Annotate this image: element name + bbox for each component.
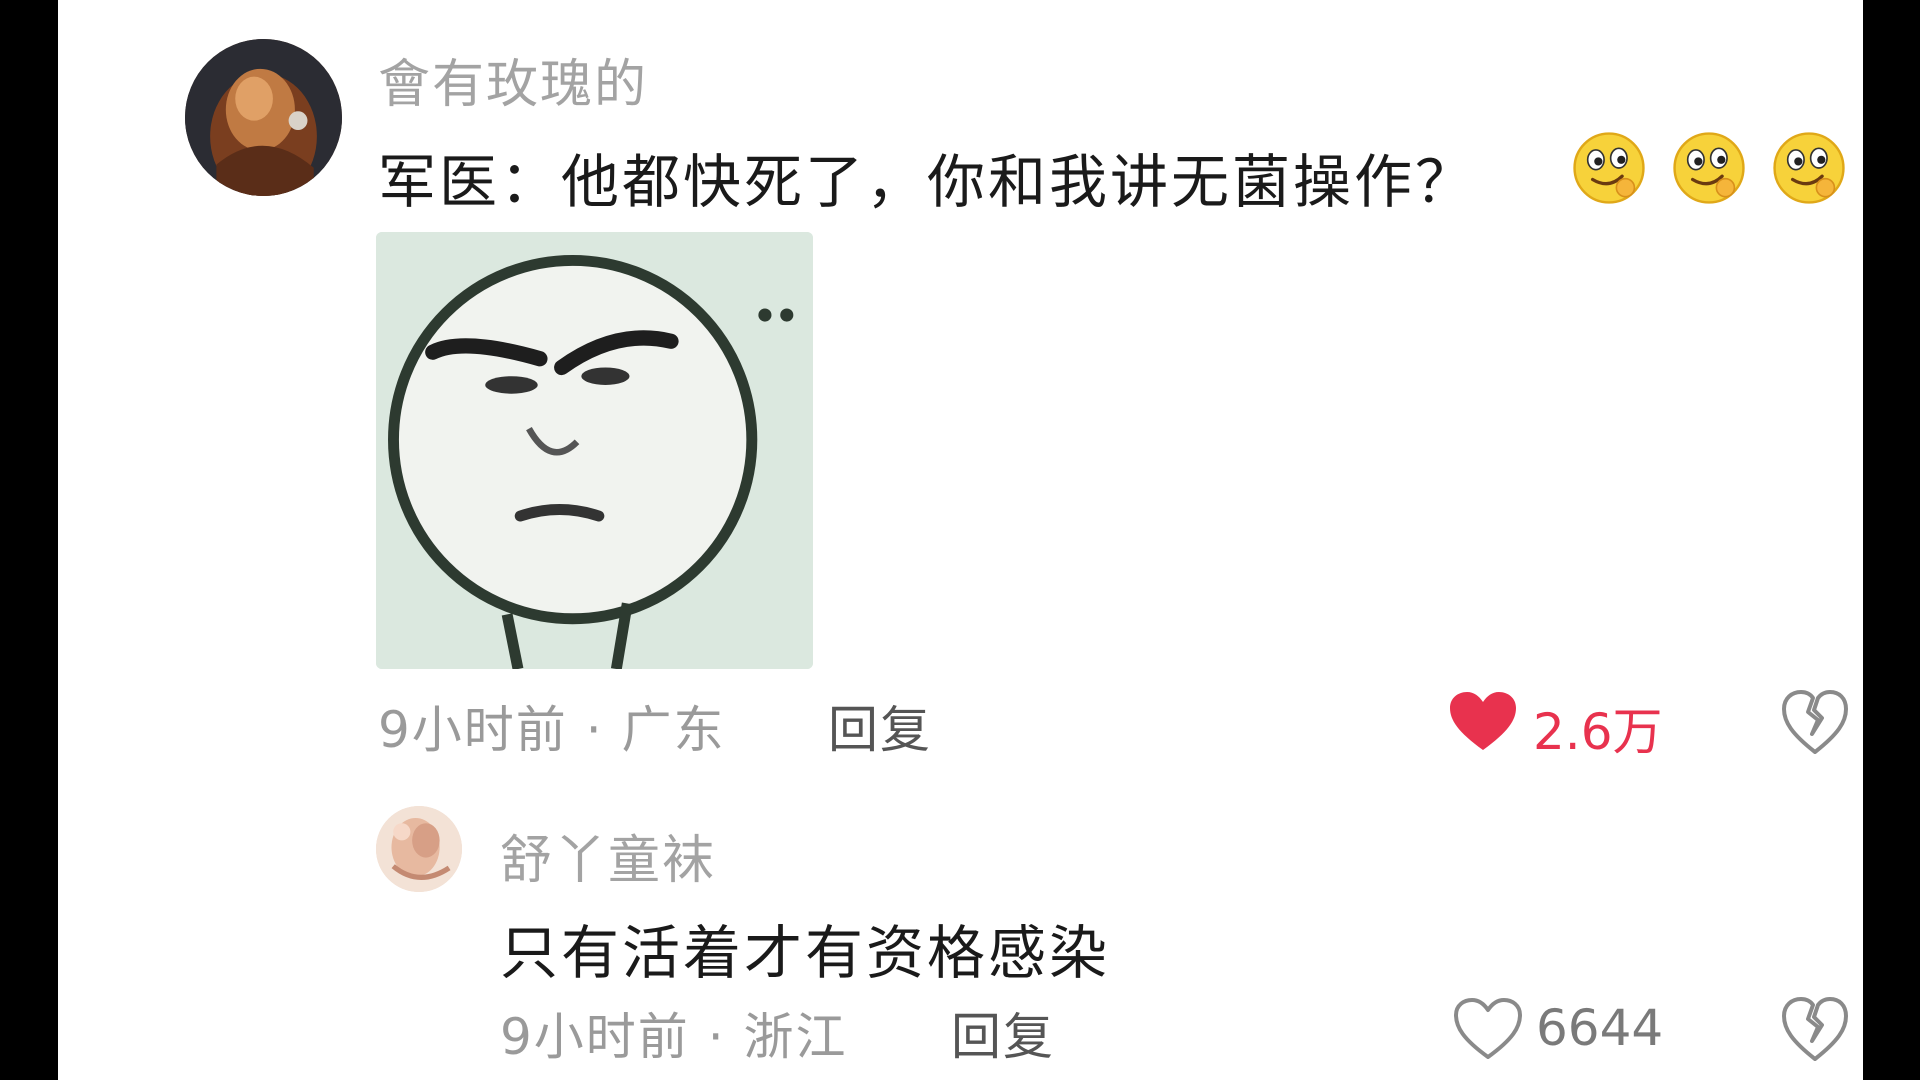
smirk-face-icon	[1773, 132, 1845, 204]
heart-outline-icon[interactable]	[1453, 997, 1523, 1061]
meme-face-sticker-icon	[376, 232, 813, 669]
screen-frame: 會有玫瑰的 军医：他都快死了，你和我讲无菌操作？ 9小时前 · 广东 回复 2.…	[0, 0, 1920, 1080]
main-comment-meta: 9小时前 · 广东	[378, 690, 726, 762]
heart-filled-icon[interactable]	[1448, 690, 1518, 754]
main-comment-time: 9小时前	[378, 701, 568, 759]
reply-comment-meta: 9小时前 · 浙江	[500, 997, 848, 1069]
main-comment-username[interactable]: 會有玫瑰的	[378, 42, 648, 117]
main-comment-text: 军医：他都快死了，你和我讲无菌操作？	[378, 148, 1477, 216]
smirk-face-icon	[1673, 132, 1745, 204]
main-comment-like-count: 2.6万	[1533, 703, 1663, 761]
reply-comment-location: 浙江	[743, 1008, 848, 1066]
main-comment-avatar[interactable]	[185, 39, 342, 196]
broken-heart-icon[interactable]	[1780, 995, 1850, 1063]
reply-comment-text: 只有活着才有资格感染	[500, 919, 1111, 987]
meta-separator: ·	[689, 1008, 744, 1066]
main-comment-emoji-row	[1568, 127, 1850, 209]
comment-panel: 會有玫瑰的 军医：他都快死了，你和我讲无菌操作？ 9小时前 · 广东 回复 2.…	[58, 0, 1863, 1080]
reply-comment-avatar[interactable]	[376, 806, 462, 892]
reply-comment-time: 9小时前	[500, 1008, 690, 1066]
smirk-face-icon	[1573, 132, 1645, 204]
meta-separator: ·	[567, 701, 622, 759]
reply-comment-username[interactable]: 舒丫童袜	[500, 818, 716, 893]
reply-comment-reply-button[interactable]: 回复	[951, 997, 1055, 1069]
main-comment-location: 广东	[621, 701, 726, 759]
broken-heart-icon[interactable]	[1780, 688, 1850, 756]
avatar-photo-icon	[185, 39, 342, 196]
reply-comment-like-count: 6644	[1536, 999, 1664, 1057]
avatar-photo-icon	[376, 806, 462, 892]
main-comment-sticker[interactable]	[376, 232, 813, 669]
main-comment-reply-button[interactable]: 回复	[828, 690, 932, 762]
